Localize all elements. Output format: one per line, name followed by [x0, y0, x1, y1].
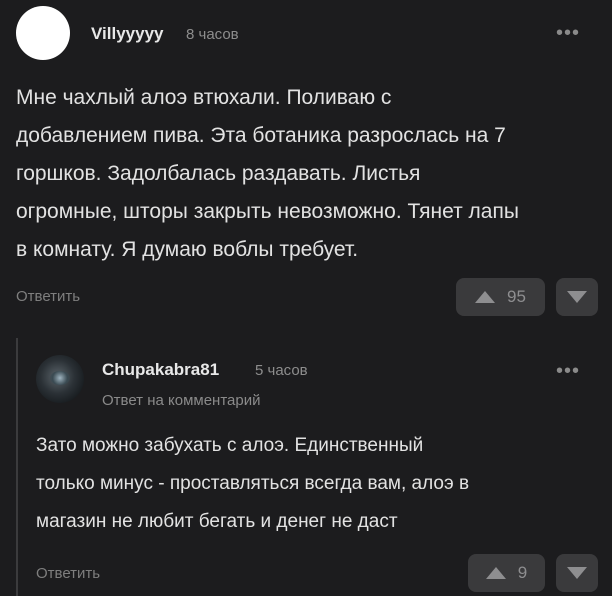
more-options-icon[interactable]: ••• — [556, 361, 580, 381]
vote-count: 95 — [507, 287, 526, 306]
reply-line: только минус - проставляться всегда вам,… — [36, 473, 470, 494]
comment-line: огромные, шторы закрыть невозможно. Тяне… — [16, 200, 519, 223]
reply-body: Зато можно забухать с алоэ. Единственный… — [36, 427, 469, 541]
comment-line: Мне чахлый алоэ втюхали. Поливаю с — [16, 86, 392, 109]
downvote-button[interactable] — [556, 554, 598, 592]
reply-username[interactable]: Chupakabra81 — [102, 360, 219, 380]
comment-line: добавлением пива. Эта ботаника разрослас… — [16, 124, 506, 147]
arrow-up-icon — [475, 291, 496, 303]
upvote-button[interactable]: 95 — [456, 278, 545, 316]
comment-line: в комнату. Я думаю воблы требует. — [16, 238, 359, 261]
vote-count: 9 — [517, 563, 528, 582]
arrow-down-icon — [567, 291, 587, 303]
reply-time: 5 часов — [255, 362, 308, 379]
reply-button[interactable]: Ответить — [16, 288, 80, 305]
thread-line — [16, 338, 18, 596]
comment-line: горшков. Задолбалась раздавать. Листья — [16, 162, 421, 185]
comment-username[interactable]: Villyyyyy — [91, 24, 163, 44]
arrow-up-icon — [485, 567, 506, 579]
avatar[interactable] — [36, 355, 84, 403]
upvote-button[interactable]: 9 — [468, 554, 545, 592]
reply-button[interactable]: Ответить — [36, 565, 100, 582]
downvote-button[interactable] — [556, 278, 598, 316]
comment-body: Мне чахлый алоэ втюхали. Поливаю с добав… — [16, 79, 519, 269]
avatar[interactable] — [16, 6, 70, 60]
reply-line: магазин не любит бегать и денег не даст — [36, 511, 398, 532]
reply-to-label[interactable]: Ответ на комментарий — [102, 392, 260, 409]
more-options-icon[interactable]: ••• — [556, 23, 580, 43]
reply-line: Зато можно забухать с алоэ. Единственный — [36, 435, 424, 456]
comment-time: 8 часов — [186, 26, 239, 43]
arrow-down-icon — [567, 567, 587, 579]
